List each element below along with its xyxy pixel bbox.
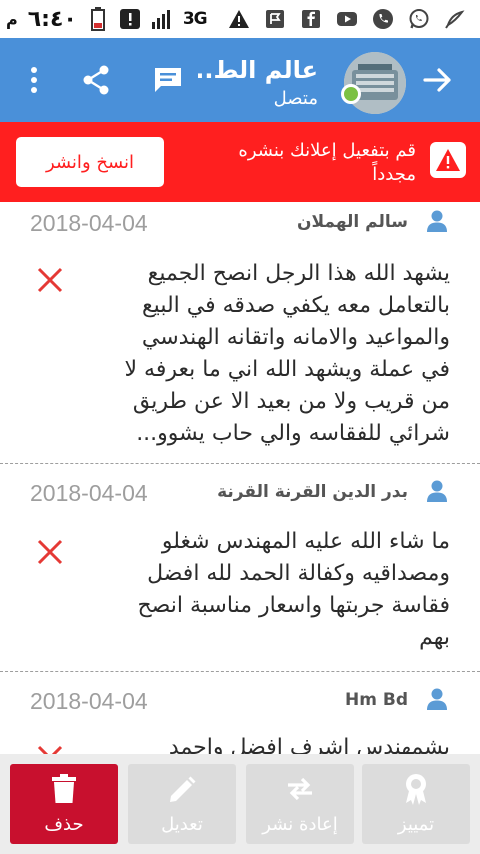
trash-icon: [47, 772, 81, 806]
comment-date: 2018-04-04: [30, 480, 148, 506]
badge-icon: [399, 772, 433, 806]
edit-label: تعديل: [161, 814, 203, 835]
delete-comment-icon[interactable]: [36, 744, 64, 754]
warning-icon: [228, 8, 250, 30]
more-icon[interactable]: [12, 58, 56, 102]
warning-icon: [430, 142, 466, 178]
repost-button[interactable]: إعادة نشر: [246, 764, 354, 844]
user-icon: [424, 686, 450, 712]
comment-author[interactable]: Hm Bd: [345, 690, 408, 710]
edit-button[interactable]: تعديل: [128, 764, 236, 844]
share-icon[interactable]: [74, 58, 118, 102]
signal-icon: [151, 8, 173, 30]
time-suffix: م: [6, 9, 18, 29]
delete-label: حذف: [44, 814, 84, 835]
comment-item: 2018-04-04 سالم الهملان يشهد الله هذا ال…: [0, 202, 480, 464]
feature-label: تمييز: [397, 814, 435, 835]
facebook-icon: [300, 8, 322, 30]
network-type: 3G: [182, 9, 208, 29]
delete-comment-icon[interactable]: [36, 538, 64, 566]
youtube-icon: [336, 8, 358, 30]
comment-item: 2018-04-04 Hm Bd بشمهندس اشرف افضل واجمد: [0, 672, 480, 754]
alert-icon: [119, 8, 141, 30]
chat-icon[interactable]: [146, 58, 190, 102]
user-icon: [424, 478, 450, 504]
online-status-label: متصل: [273, 88, 318, 109]
app-header: عالم الط... متصل: [0, 38, 480, 122]
repost-icon: [283, 772, 317, 806]
battery-icon: [87, 7, 109, 31]
whatsapp-icon: [408, 8, 430, 30]
pencil-icon: [444, 8, 466, 30]
back-arrow-icon[interactable]: [416, 58, 460, 102]
edit-pencil-icon: [165, 772, 199, 806]
comment-author[interactable]: بدر الدين القرنة القرنة: [217, 482, 408, 502]
feature-button[interactable]: تمييز: [362, 764, 470, 844]
delete-button[interactable]: حذف: [10, 764, 118, 844]
comment-text: ما شاء الله عليه المهندس شغلو ومصداقيه و…: [137, 529, 450, 650]
user-icon: [424, 208, 450, 234]
online-status-dot: [341, 84, 361, 104]
comment-text: بشمهندس اشرف افضل واجمد: [168, 735, 450, 754]
comments-list[interactable]: 2018-04-04 سالم الهملان يشهد الله هذا ال…: [0, 202, 480, 754]
clock: ٦:٤٠: [27, 6, 77, 32]
action-bar: حذف تعديل إعادة نشر تمييز: [0, 754, 480, 854]
repost-label: إعادة نشر: [262, 814, 338, 835]
copy-and-publish-button[interactable]: انسخ وانشر: [16, 137, 164, 187]
comment-author[interactable]: سالم الهملان: [297, 212, 408, 232]
comment-date: 2018-04-04: [30, 688, 148, 714]
page-title[interactable]: عالم الط...: [198, 56, 318, 84]
status-bar: م ٦:٤٠ 3G: [0, 0, 480, 38]
comment-text: يشهد الله هذا الرجل انصح الجميع بالتعامل…: [124, 261, 450, 446]
banner-message: قم بتفعيل إعلانك بنشره مجدداً: [238, 140, 416, 185]
delete-comment-icon[interactable]: [36, 266, 64, 294]
avatar[interactable]: [344, 52, 406, 114]
reactivate-ad-banner: قم بتفعيل إعلانك بنشره مجدداً انسخ وانشر: [0, 122, 480, 202]
phone-icon: [372, 8, 394, 30]
comment-item: 2018-04-04 بدر الدين القرنة القرنة ما شا…: [0, 464, 480, 672]
flag-icon: [264, 8, 286, 30]
comment-date: 2018-04-04: [30, 210, 148, 236]
